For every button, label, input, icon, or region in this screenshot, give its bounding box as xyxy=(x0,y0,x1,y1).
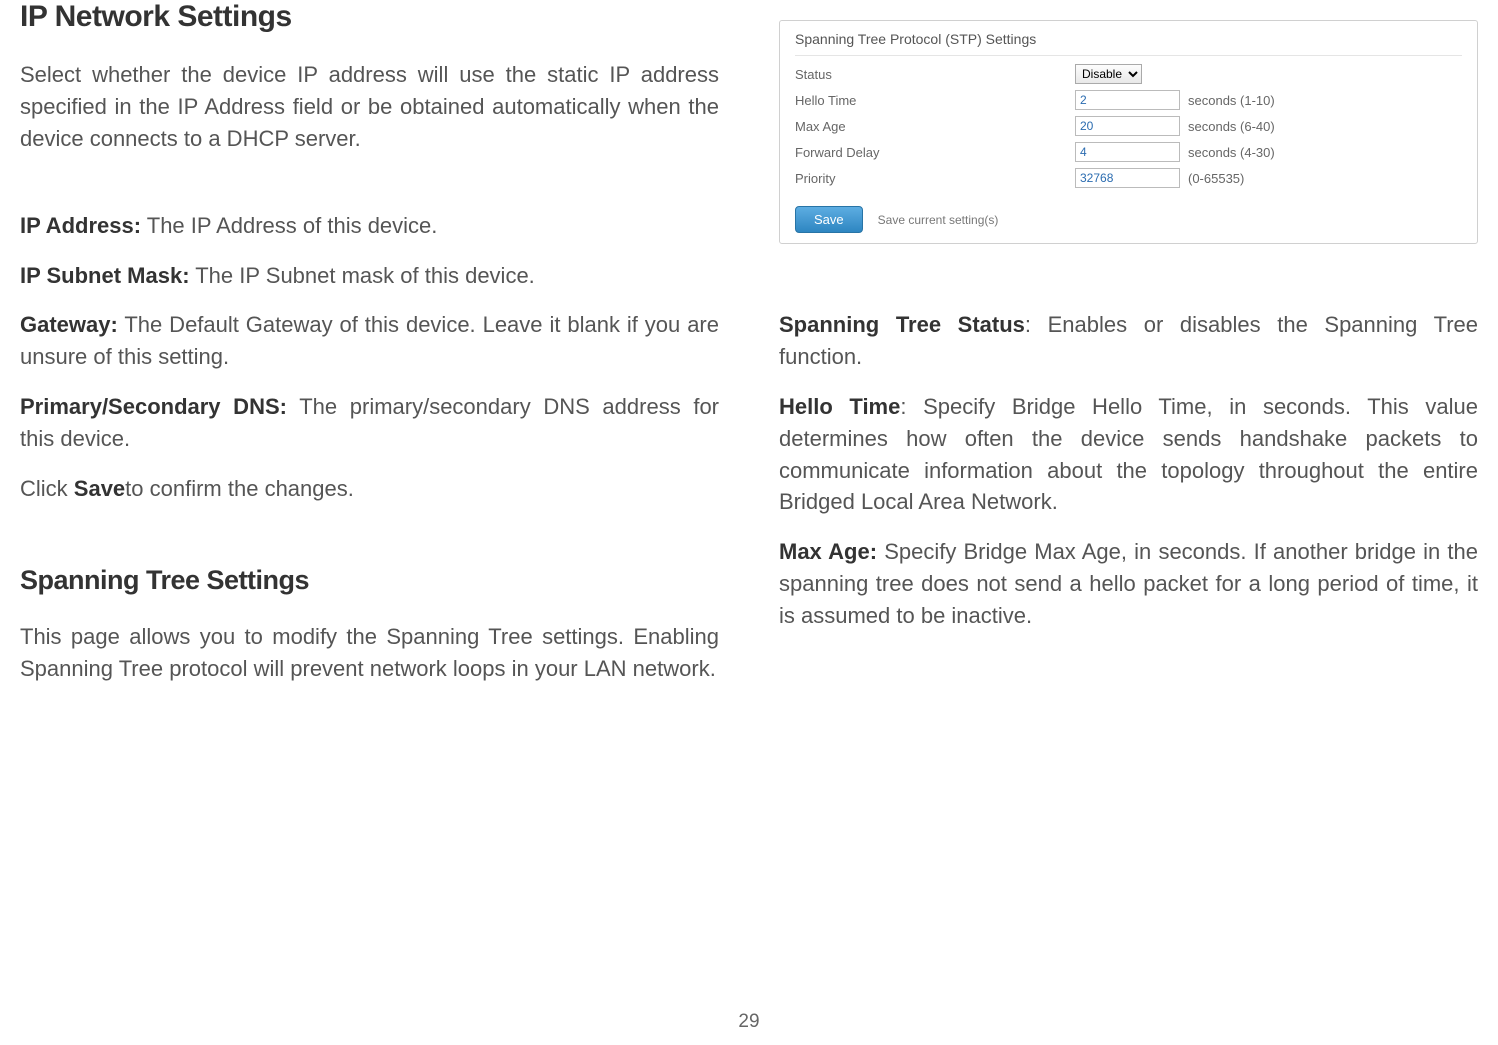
stp-settings-box: Spanning Tree Protocol (STP) Settings St… xyxy=(779,20,1478,244)
max-age-desc-text: Specify Bridge Max Age, in seconds. If a… xyxy=(779,539,1478,628)
priority-row: Priority (0-65535) xyxy=(795,165,1462,191)
spanning-tree-intro: This page allows you to modify the Spann… xyxy=(20,621,719,685)
ip-address-label: IP Address: xyxy=(20,213,141,238)
hello-time-desc-label: Hello Time xyxy=(779,394,900,419)
dns-desc: Primary/Secondary DNS: The primary/secon… xyxy=(20,391,719,455)
forward-delay-hint: seconds (4-30) xyxy=(1188,145,1275,160)
forward-delay-row: Forward Delay seconds (4-30) xyxy=(795,139,1462,165)
gateway-label: Gateway: xyxy=(20,312,118,337)
ip-address-text: The IP Address of this device. xyxy=(141,213,437,238)
status-select[interactable]: Disable xyxy=(1075,64,1142,84)
stp-status-desc: Spanning Tree Status: Enables or disable… xyxy=(779,309,1478,373)
subnet-mask-label: IP Subnet Mask: xyxy=(20,263,190,288)
ip-network-intro: Select whether the device IP address wil… xyxy=(20,59,719,155)
priority-label: Priority xyxy=(795,171,1075,186)
priority-hint: (0-65535) xyxy=(1188,171,1244,186)
right-text-block: Spanning Tree Status: Enables or disable… xyxy=(779,309,1478,632)
max-age-label: Max Age xyxy=(795,119,1075,134)
max-age-desc: Max Age: Specify Bridge Max Age, in seco… xyxy=(779,536,1478,632)
max-age-desc-label: Max Age: xyxy=(779,539,877,564)
status-row: Status Disable xyxy=(795,61,1462,87)
left-column: IP Network Settings Select whether the d… xyxy=(20,0,719,960)
gateway-desc: Gateway: The Default Gateway of this dev… xyxy=(20,309,719,373)
hello-time-hint: seconds (1-10) xyxy=(1188,93,1275,108)
save-suffix: to confirm the changes. xyxy=(125,476,354,501)
hello-time-desc: Hello Time: Specify Bridge Hello Time, i… xyxy=(779,391,1478,519)
forward-delay-input[interactable] xyxy=(1075,142,1180,162)
subnet-mask-text: The IP Subnet mask of this device. xyxy=(190,263,535,288)
priority-input[interactable] xyxy=(1075,168,1180,188)
status-label: Status xyxy=(795,67,1075,82)
save-button-row: Save Save current setting(s) xyxy=(795,206,1462,233)
max-age-hint: seconds (6-40) xyxy=(1188,119,1275,134)
subnet-mask-desc: IP Subnet Mask: The IP Subnet mask of th… xyxy=(20,260,719,292)
hello-time-input[interactable] xyxy=(1075,90,1180,110)
stp-settings-title: Spanning Tree Protocol (STP) Settings xyxy=(795,31,1462,56)
save-prefix: Click xyxy=(20,476,74,501)
dns-label: Primary/Secondary DNS: xyxy=(20,394,287,419)
ip-network-settings-heading: IP Network Settings xyxy=(20,0,719,34)
ip-address-desc: IP Address: The IP Address of this devic… xyxy=(20,210,719,242)
max-age-row: Max Age seconds (6-40) xyxy=(795,113,1462,139)
spanning-tree-heading: Spanning Tree Settings xyxy=(20,565,719,596)
save-instruction: Click Saveto confirm the changes. xyxy=(20,473,719,505)
hello-time-row: Hello Time seconds (1-10) xyxy=(795,87,1462,113)
right-column: Spanning Tree Protocol (STP) Settings St… xyxy=(779,0,1478,960)
stp-status-label: Spanning Tree Status xyxy=(779,312,1025,337)
save-button-hint: Save current setting(s) xyxy=(878,213,999,227)
page-number: 29 xyxy=(0,1011,1498,1033)
save-label: Save xyxy=(74,476,125,501)
save-button[interactable]: Save xyxy=(795,206,863,233)
max-age-input[interactable] xyxy=(1075,116,1180,136)
hello-time-label: Hello Time xyxy=(795,93,1075,108)
forward-delay-label: Forward Delay xyxy=(795,145,1075,160)
gateway-text: The Default Gateway of this device. Leav… xyxy=(20,312,719,369)
